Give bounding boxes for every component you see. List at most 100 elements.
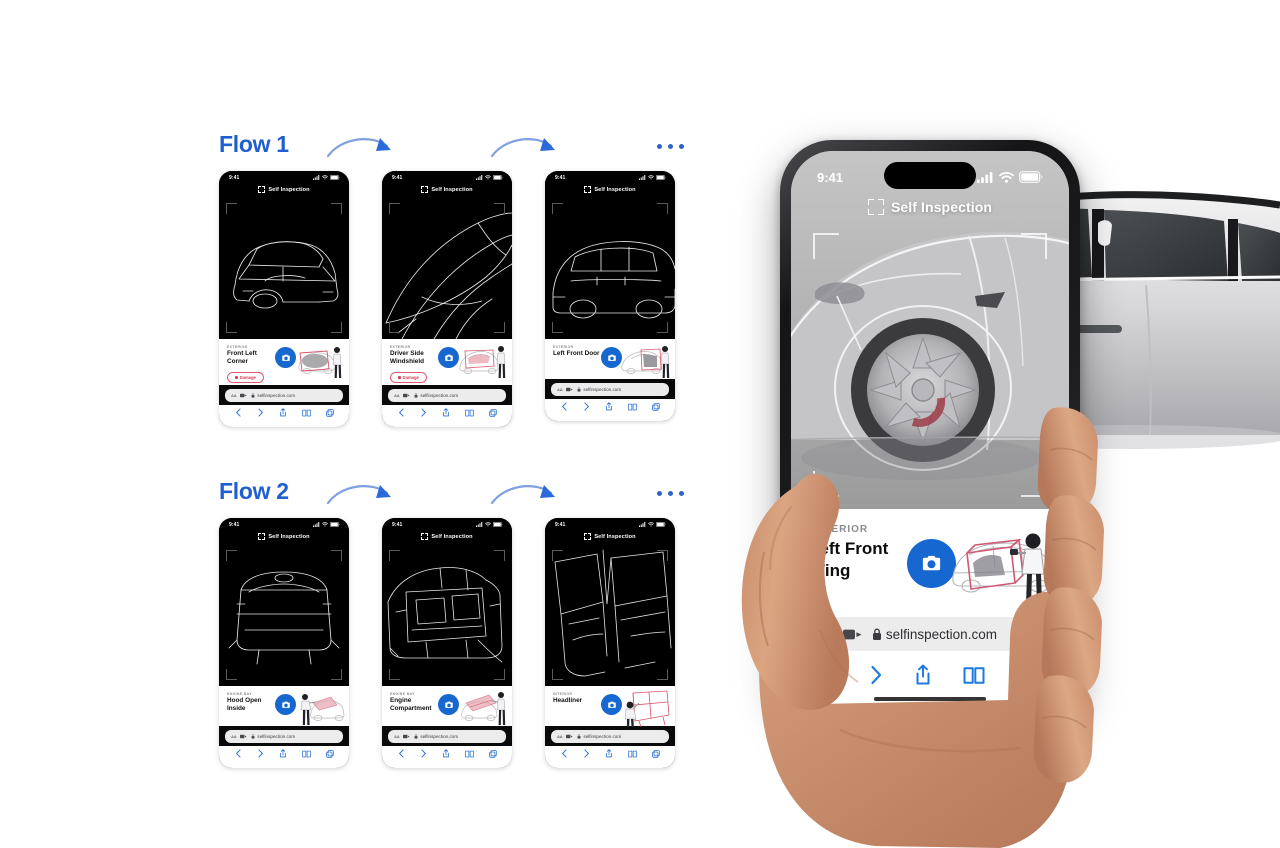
text-size-button[interactable]: AA <box>394 393 400 398</box>
address-bar-url[interactable]: selfinspection.com <box>577 387 621 392</box>
address-bar-url[interactable]: selfinspection.com <box>414 734 458 739</box>
tabs-icon[interactable] <box>488 408 497 417</box>
back-chevron-icon[interactable] <box>235 408 242 417</box>
reader-view-icon <box>240 393 247 398</box>
share-icon[interactable] <box>605 749 613 758</box>
card-header-label: Self Inspection <box>431 533 473 540</box>
address-bar-url[interactable]: selfinspection.com <box>872 627 997 642</box>
text-size-button[interactable]: AA <box>394 734 400 739</box>
reload-icon[interactable] <box>1027 626 1042 642</box>
lock-icon <box>872 628 881 640</box>
camera-icon <box>281 354 290 361</box>
status-icons <box>313 522 340 527</box>
page-root: Flow 1 9:41 Self Inspection EXTERIOR Fro… <box>0 0 1280 848</box>
tabs-icon[interactable] <box>325 749 334 758</box>
share-icon[interactable] <box>605 402 613 411</box>
address-bar-url[interactable]: selfinspection.com <box>251 734 295 739</box>
forward-chevron-icon[interactable] <box>257 749 264 758</box>
tabs-icon[interactable] <box>651 749 660 758</box>
share-icon[interactable] <box>914 664 932 686</box>
safari-toolbar <box>382 746 512 764</box>
flow-card[interactable]: 9:41 Self Inspection <box>382 171 512 427</box>
share-icon[interactable] <box>279 749 287 758</box>
damage-badge[interactable]: Damage <box>390 372 427 384</box>
card-header: Self Inspection <box>219 531 349 544</box>
safari-address-bar[interactable]: AA selfinspection.com <box>225 730 343 743</box>
viewfinder-icon <box>258 186 266 193</box>
tabs-icon[interactable] <box>1015 665 1036 685</box>
forward-chevron-icon[interactable] <box>583 402 590 411</box>
text-size-button[interactable]: AA <box>557 387 563 392</box>
vehicle-sketch-hood-open <box>219 544 349 686</box>
tabs-icon[interactable] <box>651 402 660 411</box>
back-chevron-icon[interactable] <box>235 749 242 758</box>
flow-2-arrow-1 <box>326 485 391 505</box>
card-bottom-spacer <box>382 764 512 768</box>
card-header-label: Self Inspection <box>594 533 636 540</box>
safari-address-bar[interactable]: AA selfinspection.com <box>388 389 506 402</box>
forward-chevron-icon[interactable] <box>869 665 883 685</box>
back-chevron-icon[interactable] <box>824 665 838 685</box>
share-icon[interactable] <box>442 408 450 417</box>
safari-address-bar[interactable]: AA selfinspection.com <box>225 389 343 402</box>
wifi-icon <box>485 522 491 527</box>
share-icon[interactable] <box>279 408 287 417</box>
flow-card[interactable]: 9:41 Self Inspection <box>545 171 675 421</box>
status-icons <box>313 175 340 180</box>
card-screen: 9:41 Self Inspection <box>382 171 512 339</box>
person-figure <box>300 694 317 725</box>
safari-toolbar <box>545 746 675 764</box>
text-size-button[interactable]: AA <box>231 393 237 398</box>
bookmarks-icon[interactable] <box>963 666 985 685</box>
person-figure <box>660 346 670 378</box>
safari-address-bar[interactable]: AA selfinspection.com <box>551 730 669 743</box>
forward-chevron-icon[interactable] <box>420 749 427 758</box>
screen-title-label: Self Inspection <box>890 199 993 215</box>
bookmarks-icon[interactable] <box>627 403 637 411</box>
tabs-icon[interactable] <box>325 408 334 417</box>
flow-card[interactable]: 9:41 Self Inspection <box>219 171 349 427</box>
status-bar: 9:41 <box>219 518 349 531</box>
back-chevron-icon[interactable] <box>398 408 405 417</box>
battery-icon <box>330 522 340 527</box>
back-chevron-icon[interactable] <box>398 749 405 758</box>
safari-address-bar[interactable]: AA selfinspection.com <box>551 383 669 396</box>
inspection-illustration <box>619 689 671 729</box>
forward-chevron-icon[interactable] <box>420 408 427 417</box>
text-size-button[interactable]: AA <box>557 734 563 739</box>
flow-card[interactable]: 9:41 Self Inspection <box>382 518 512 768</box>
share-icon[interactable] <box>442 749 450 758</box>
bookmarks-icon[interactable] <box>301 750 311 758</box>
card-info-panel: EXTERIOR Front Left Corner Damage <box>219 339 349 385</box>
battery-icon <box>330 175 340 180</box>
damage-badge[interactable]: Damage <box>227 372 264 384</box>
safari-address-bar[interactable]: AA selfinspection.com <box>805 617 1055 651</box>
back-chevron-icon[interactable] <box>561 402 568 411</box>
address-bar-url[interactable]: selfinspection.com <box>577 734 621 739</box>
back-chevron-icon[interactable] <box>561 749 568 758</box>
forward-chevron-icon[interactable] <box>583 749 590 758</box>
bookmarks-icon[interactable] <box>301 409 311 417</box>
safari-address-bar[interactable]: AA selfinspection.com <box>388 730 506 743</box>
bookmarks-icon[interactable] <box>464 750 474 758</box>
reader-view-icon <box>566 734 573 739</box>
bookmarks-icon[interactable] <box>627 750 637 758</box>
flow-2-more-options[interactable] <box>657 491 684 496</box>
text-size-button[interactable]: AA <box>231 734 237 739</box>
forward-chevron-icon[interactable] <box>257 408 264 417</box>
address-bar-url[interactable]: selfinspection.com <box>251 393 295 398</box>
cellular-signal-icon <box>476 175 483 180</box>
damage-badge-label: Damage <box>239 375 256 381</box>
tabs-icon[interactable] <box>488 749 497 758</box>
text-size-button[interactable]: AA <box>818 628 833 640</box>
status-icons <box>639 175 666 180</box>
flow-card[interactable]: 9:41 Self Inspection <box>545 518 675 768</box>
viewfinder-corner-tr <box>657 203 668 214</box>
card-header: Self Inspection <box>382 184 512 197</box>
flow-card[interactable]: 9:41 Self Inspection <box>219 518 349 768</box>
address-bar-url[interactable]: selfinspection.com <box>414 393 458 398</box>
card-header: Self Inspection <box>382 531 512 544</box>
bookmarks-icon[interactable] <box>464 409 474 417</box>
viewfinder-corner-bl <box>552 322 563 333</box>
flow-1-more-options[interactable] <box>657 144 684 149</box>
